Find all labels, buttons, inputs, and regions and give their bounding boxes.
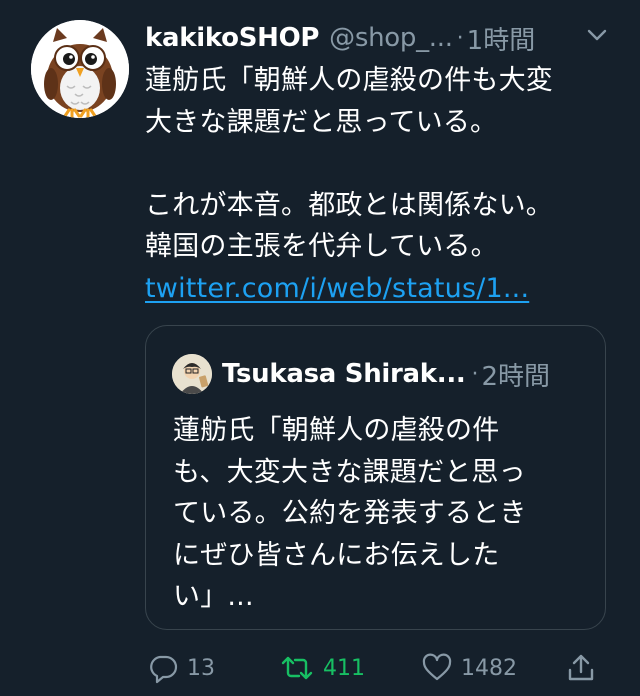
display-name[interactable]: kakikoSHOP	[145, 23, 319, 53]
quoted-text-line: い」...	[173, 581, 254, 612]
reply-button[interactable]: 13	[147, 648, 215, 688]
handle[interactable]: @shop_...	[329, 23, 453, 53]
quoted-timestamp[interactable]: 2時間	[482, 356, 551, 393]
owl-avatar-icon	[31, 20, 129, 118]
reply-icon	[150, 655, 178, 684]
tweet-header: kakikoSHOP @shop_... · 1時間	[145, 18, 625, 58]
tweet-text-line: これが本音。都政とは関係ない。	[145, 189, 553, 221]
like-icon	[422, 653, 452, 681]
separator-dot: ·	[456, 25, 464, 51]
quoted-avatar[interactable]	[172, 354, 212, 394]
tweet[interactable]: kakikoSHOP @shop_... · 1時間 蓮舫氏「朝鮮人の虐殺の件も…	[0, 0, 640, 696]
timestamp[interactable]: 1時間	[467, 20, 536, 57]
tweet-text-line: 大きな課題だと思っている。	[145, 106, 498, 138]
tweet-text-line	[145, 143, 615, 185]
like-count: 1482	[461, 655, 517, 681]
separator-dot: ·	[471, 361, 479, 387]
share-button[interactable]	[565, 648, 597, 688]
chevron-down-icon[interactable]	[584, 22, 610, 48]
tweet-text-line: 韓国の主張を代弁している。	[145, 231, 498, 262]
action-bar: 13 411 1482	[145, 648, 605, 688]
quoted-text-line: も、大変大きな課題だと思っ	[173, 456, 526, 488]
retweet-count: 411	[323, 655, 365, 681]
tweet-text: 蓮舫氏「朝鮮人の虐殺の件も大変 大きな課題だと思っている。 これが本音。都政とは…	[145, 60, 615, 309]
tweet-text-line: 蓮舫氏「朝鮮人の虐殺の件も大変	[145, 65, 553, 96]
person-avatar-icon	[172, 354, 212, 394]
tweet-link[interactable]: twitter.com/i/web/status/1...	[145, 273, 529, 304]
quoted-display-name[interactable]: Tsukasa Shirak...	[222, 359, 466, 389]
share-icon	[568, 654, 594, 681]
quoted-text-line: ている。公約を発表するとき	[173, 498, 527, 529]
quoted-tweet[interactable]: Tsukasa Shirak... · 2時間 蓮舫氏「朝鮮人の虐殺の件 も、大…	[145, 325, 606, 630]
quoted-tweet-header: Tsukasa Shirak... · 2時間	[172, 354, 550, 394]
reply-count: 13	[187, 655, 215, 681]
quoted-text-line: にぜひ皆さんにお伝えした	[173, 539, 500, 571]
like-button[interactable]: 1482	[421, 648, 517, 688]
avatar[interactable]	[31, 20, 129, 118]
retweet-button[interactable]: 411	[279, 648, 365, 688]
quoted-tweet-text: 蓮舫氏「朝鮮人の虐殺の件 も、大変大きな課題だと思っ ている。公約を発表するとき…	[173, 410, 583, 618]
quoted-text-line: 蓮舫氏「朝鮮人の虐殺の件	[173, 415, 500, 446]
retweet-icon	[281, 656, 313, 680]
